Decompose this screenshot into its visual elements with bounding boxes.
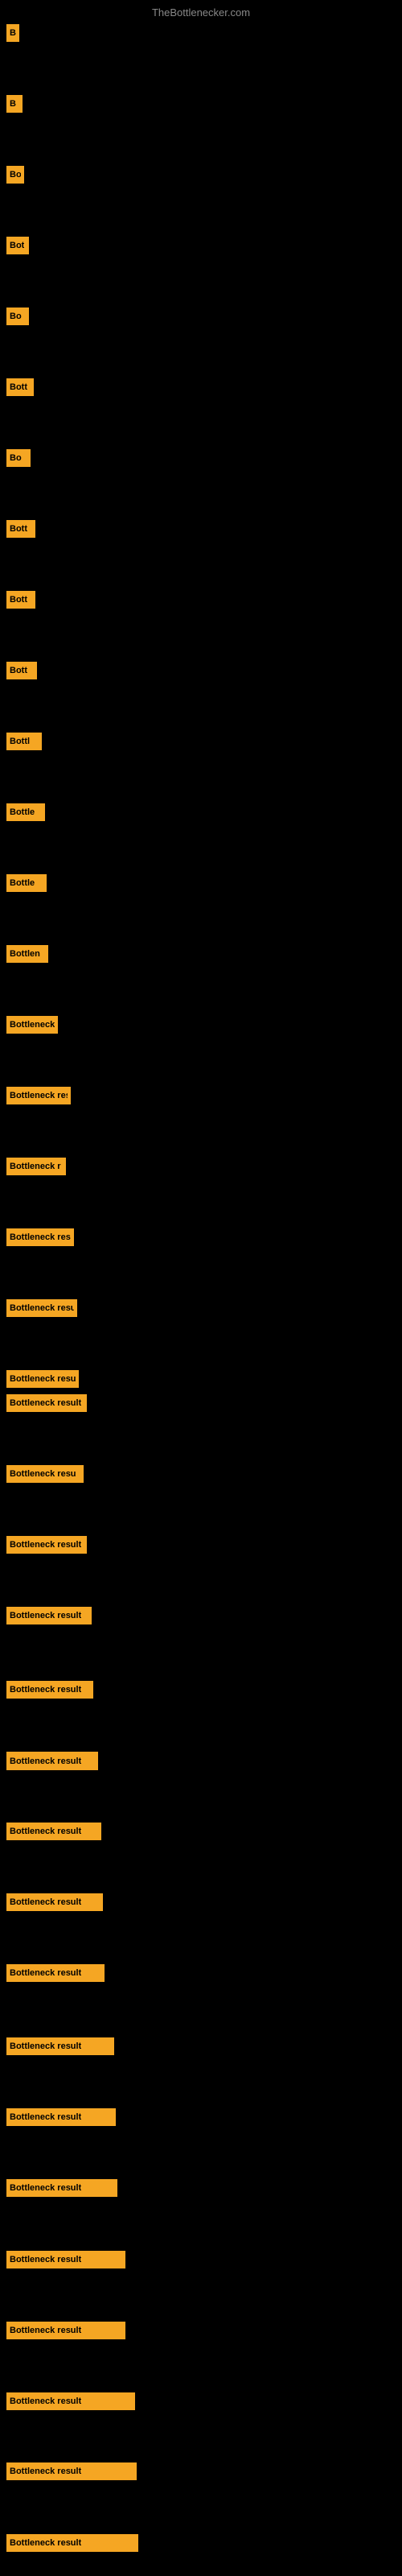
bar-label-29: Bottleneck result xyxy=(10,1968,81,1978)
bar-label-35: Bottleneck result xyxy=(10,2396,81,2406)
bar-row-2: Bo xyxy=(6,166,24,184)
bar-row-8: Bott xyxy=(6,591,35,609)
bar-row-34: Bottleneck result xyxy=(6,2322,125,2339)
bar-label-23: Bottleneck result xyxy=(10,1611,81,1620)
bar-row-11: Bottle xyxy=(6,803,45,821)
bar-row-28: Bottleneck result xyxy=(6,1893,103,1911)
bar-row-16: Bottleneck r xyxy=(6,1158,66,1175)
bar-label-5: Bott xyxy=(10,382,27,392)
bar-label-1: B xyxy=(10,99,16,109)
bar-row-21: Bottleneck resu xyxy=(6,1465,84,1483)
bar-row-17: Bottleneck result xyxy=(6,1228,74,1246)
bar-row-12: Bottle xyxy=(6,874,47,892)
bar-row-32: Bottleneck result xyxy=(6,2179,117,2197)
bar-label-11: Bottle xyxy=(10,807,35,817)
bar-row-3: Bot xyxy=(6,237,29,254)
bar-row-37: Bottleneck result xyxy=(6,2534,138,2552)
bar-label-36: Bottleneck result xyxy=(10,2467,81,2476)
bar-label-17: Bottleneck result xyxy=(10,1232,71,1242)
bar-row-35: Bottleneck result xyxy=(6,2392,135,2410)
bar-row-29: Bottleneck result xyxy=(6,1964,105,1982)
bar-row-1: B xyxy=(6,95,23,113)
bar-label-32: Bottleneck result xyxy=(10,2183,81,2193)
bar-label-13: Bottlen xyxy=(10,949,40,959)
bar-row-33: Bottleneck result xyxy=(6,2251,125,2268)
bar-row-24: Bottleneck result xyxy=(6,1681,93,1699)
bar-row-23: Bottleneck result xyxy=(6,1607,92,1624)
bar-label-18: Bottleneck result xyxy=(10,1303,74,1313)
bar-label-3: Bot xyxy=(10,241,24,250)
bar-label-2: Bo xyxy=(10,170,21,180)
bar-row-27: Bottleneck result xyxy=(6,1823,101,1840)
bar-row-5: Bott xyxy=(6,378,34,396)
bar-label-9: Bott xyxy=(10,666,27,675)
bar-label-26: Bottleneck result xyxy=(10,1757,81,1766)
bar-label-12: Bottle xyxy=(10,878,35,888)
bar-row-26: Bottleneck result xyxy=(6,1752,98,1770)
bar-row-4: Bo xyxy=(6,308,29,325)
bar-row-20: Bottleneck result xyxy=(6,1394,87,1412)
bar-label-4: Bo xyxy=(10,312,22,321)
bar-label-30: Bottleneck result xyxy=(10,2041,81,2051)
bar-label-31: Bottleneck result xyxy=(10,2112,81,2122)
bar-row-30: Bottleneck result xyxy=(6,2037,114,2055)
bar-label-22: Bottleneck result xyxy=(10,1540,81,1550)
bar-row-0: B xyxy=(6,24,19,42)
bar-label-34: Bottleneck result xyxy=(10,2326,81,2335)
bar-row-31: Bottleneck result xyxy=(6,2108,116,2126)
bar-label-33: Bottleneck result xyxy=(10,2255,81,2264)
bar-label-24: Bottleneck result xyxy=(10,1685,81,1695)
bar-label-10: Bottl xyxy=(10,737,30,746)
bar-label-15: Bottleneck resu xyxy=(10,1091,68,1100)
bar-label-28: Bottleneck result xyxy=(10,1897,81,1907)
bar-label-0: B xyxy=(10,28,16,38)
bar-row-22: Bottleneck result xyxy=(6,1536,87,1554)
bar-label-7: Bott xyxy=(10,524,27,534)
bar-row-19: Bottleneck result xyxy=(6,1370,79,1388)
bar-label-19: Bottleneck result xyxy=(10,1374,76,1384)
bar-label-20: Bottleneck result xyxy=(10,1398,81,1408)
bar-row-13: Bottlen xyxy=(6,945,48,963)
bar-row-10: Bottl xyxy=(6,733,42,750)
bar-label-8: Bott xyxy=(10,595,27,605)
bar-label-37: Bottleneck result xyxy=(10,2538,81,2548)
bar-label-14: Bottleneck xyxy=(10,1020,55,1030)
bar-label-6: Bo xyxy=(10,453,22,463)
bar-row-6: Bo xyxy=(6,449,31,467)
bar-row-7: Bott xyxy=(6,520,35,538)
bar-row-14: Bottleneck xyxy=(6,1016,58,1034)
bar-label-16: Bottleneck r xyxy=(10,1162,61,1171)
bar-label-21: Bottleneck resu xyxy=(10,1469,76,1479)
bar-row-9: Bott xyxy=(6,662,37,679)
bar-label-27: Bottleneck result xyxy=(10,1827,81,1836)
bar-row-15: Bottleneck resu xyxy=(6,1087,71,1104)
bar-row-18: Bottleneck result xyxy=(6,1299,77,1317)
site-title: TheBottlenecker.com xyxy=(0,0,402,22)
bar-row-36: Bottleneck result xyxy=(6,2462,137,2480)
